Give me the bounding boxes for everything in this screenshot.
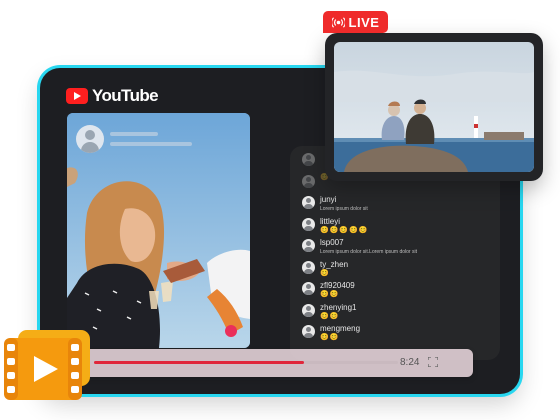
chat-avatar-icon (302, 217, 315, 231)
chat-emoji: 😊😊 (320, 312, 340, 320)
chat-username: littleyi (320, 216, 341, 226)
chat-message-body: mengmeng 😊😊 (320, 324, 360, 342)
chat-message-body: ty_zhen 😊 (320, 260, 348, 278)
chat-message: zhenying1 😊😊 (302, 303, 482, 325)
chat-message: littleyi 😊😊😊😊😊 (302, 217, 482, 239)
video-preview[interactable] (67, 113, 250, 348)
chat-message-body: lsp007 Lorem ipsum dolor sit.Lorem ipsum … (320, 238, 417, 256)
progress-fill (94, 361, 304, 364)
youtube-logo-icon (66, 88, 88, 104)
video-play-icon (4, 330, 90, 400)
chat-message-body: junyi Lorem ipsum dolor sit (320, 195, 368, 213)
chat-username: ty_zhen (320, 259, 349, 269)
live-badge: LIVE (323, 11, 388, 33)
video-author (76, 125, 192, 153)
chat-avatar-icon (302, 260, 315, 274)
chat-username: junyi (320, 195, 337, 204)
broadcast-icon (331, 16, 345, 28)
chat-message: ty_zhen 😊 (302, 260, 482, 282)
chat-username: zfl920409 (320, 281, 355, 290)
time-display: 8:24 (400, 357, 420, 368)
progress-bar[interactable] (94, 361, 398, 364)
video-player-bar: 8:24 (50, 349, 473, 377)
chat-avatar-icon (302, 239, 315, 252)
chat-avatar-icon (302, 153, 315, 166)
chat-username: lsp007 (320, 238, 344, 247)
author-placeholder (110, 132, 192, 146)
youtube-logo: YouTube (66, 86, 159, 106)
chat-emoji: 😊😊😊😊😊 (320, 226, 369, 234)
chat-username: zhenying1 (320, 302, 357, 312)
chat-message: lsp007 Lorem ipsum dolor sit.Lorem ipsum … (302, 238, 482, 260)
chat-avatar-icon (302, 325, 315, 338)
chat-avatar-icon (302, 196, 315, 209)
user-avatar-icon (76, 125, 104, 153)
chat-message: mengmeng 😊😊 (302, 324, 482, 346)
chat-text: Lorem ipsum dolor sit.Lorem ipsum dolor … (320, 249, 417, 255)
chat-username: mengmeng (320, 324, 361, 333)
live-stream-preview[interactable] (334, 42, 534, 172)
live-stream-device (325, 33, 543, 181)
chat-list: 😊 junyi Lorem ipsum dolor sit littleyi 😊😊😊😊😊… (302, 152, 482, 346)
live-label: LIVE (348, 14, 380, 30)
chat-avatar-icon (302, 174, 315, 188)
chat-message: zfl920409 😊😊 (302, 281, 482, 303)
chat-message: junyi Lorem ipsum dolor sit (302, 195, 482, 217)
chat-avatar-icon (302, 303, 315, 317)
chat-message-body: zfl920409 😊😊 (320, 281, 355, 299)
chat-message-body: littleyi 😊😊😊😊😊 (320, 217, 369, 235)
chat-avatar-icon (302, 282, 315, 295)
chat-emoji: 😊😊 (320, 334, 340, 341)
fullscreen-icon[interactable] (428, 357, 438, 367)
chat-message-body: zhenying1 😊😊 (320, 303, 356, 321)
chat-emoji: 😊😊 (320, 291, 340, 298)
brand-name: YouTube (92, 86, 159, 105)
chat-emoji: 😊 (320, 269, 330, 277)
chat-text: Lorem ipsum dolor sit (320, 206, 368, 212)
